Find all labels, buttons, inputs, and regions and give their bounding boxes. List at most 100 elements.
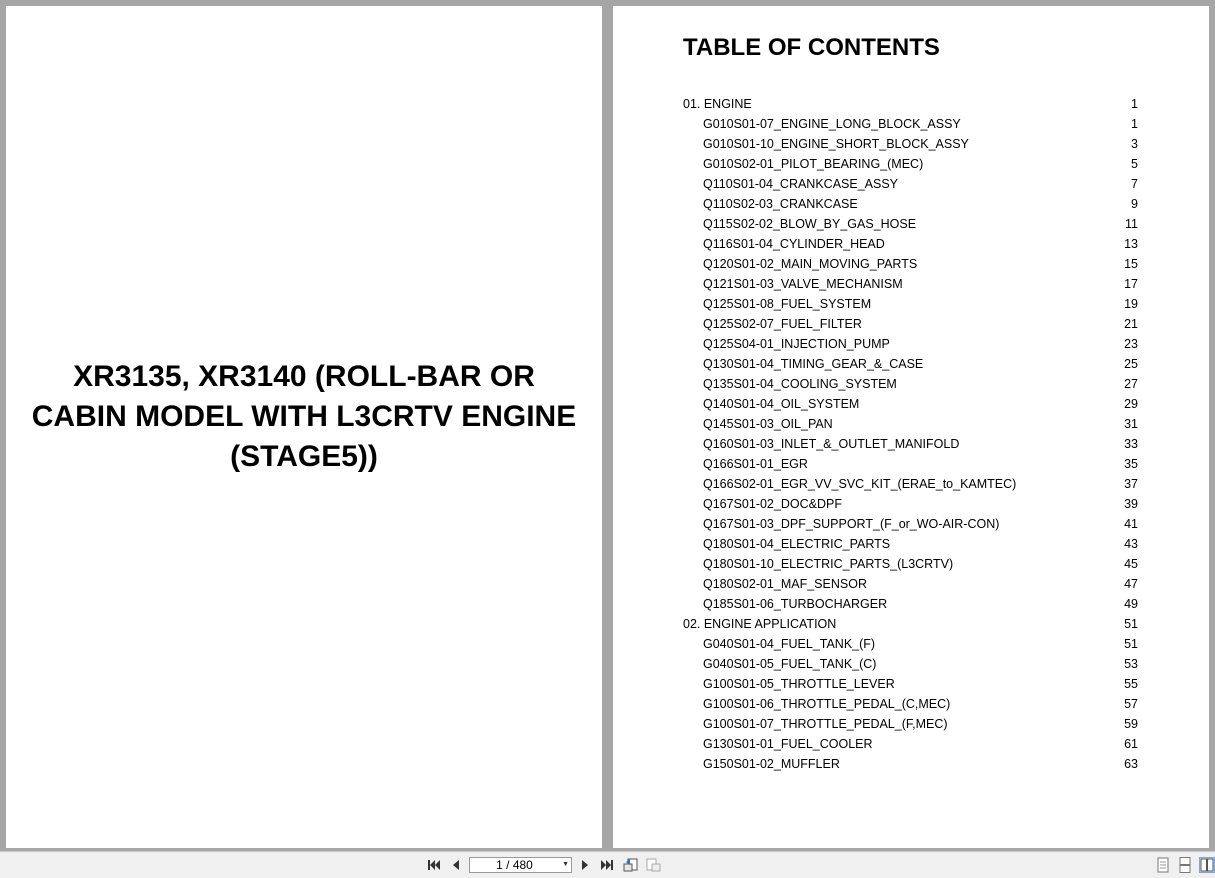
toc-entry-row[interactable]: Q116S01-04_CYLINDER_HEAD 13 <box>683 234 1138 254</box>
toc-entry-label: Q120S01-02_MAIN_MOVING_PARTS <box>703 257 918 271</box>
toc-entry-label: G040S01-05_FUEL_TANK_(C) <box>703 657 877 671</box>
toc-entry-label: G040S01-04_FUEL_TANK_(F) <box>703 637 876 651</box>
cover-title-line-3: (STAGE5)) <box>230 440 378 473</box>
toc-entry-label: Q166S02-01_EGR_VV_SVC_KIT_(ERAE_to_KAMTE… <box>703 477 1017 491</box>
toc-entry-row[interactable]: Q125S02-07_FUEL_FILTER 21 <box>683 314 1138 334</box>
toc-entry-label: Q145S01-03_OIL_PAN <box>703 417 833 431</box>
continuous-view-icon[interactable] <box>1177 857 1193 873</box>
toc-entry-row[interactable]: G130S01-01_FUEL_COOLER 61 <box>683 734 1138 754</box>
toc-entry-page: 55 <box>1124 677 1138 691</box>
toc-entry-page: 21 <box>1124 317 1138 331</box>
toc-entry-page: 19 <box>1124 297 1138 311</box>
toc-entry-label: G100S01-06_THROTTLE_PEDAL_(C,MEC) <box>703 697 951 711</box>
toc-entry-page: 3 <box>1131 137 1138 151</box>
next-page-icon[interactable] <box>576 857 594 873</box>
toc-entry-label: G100S01-05_THROTTLE_LEVER <box>703 677 895 691</box>
toc-entry-page: 5 <box>1131 157 1138 171</box>
toc-entry-row[interactable]: Q180S01-04_ELECTRIC_PARTS 43 <box>683 534 1138 554</box>
toc-entry-label: G150S01-02_MUFFLER <box>703 757 840 771</box>
toc-entry-page: 39 <box>1124 497 1138 511</box>
toc-entry-page: 35 <box>1124 457 1138 471</box>
chevron-down-icon: ▼ <box>562 861 569 868</box>
viewer-toolbar: 1 / 480 ▼ <box>0 851 1215 878</box>
toc-entry-row[interactable]: Q167S01-02_DOC&DPF 39 <box>683 494 1138 514</box>
toc-entry-row[interactable]: G010S01-07_ENGINE_LONG_BLOCK_ASSY 1 <box>683 114 1138 134</box>
toc-entry-page: 31 <box>1124 417 1138 431</box>
toc-entry-label: Q185S01-06_TURBOCHARGER <box>703 597 888 611</box>
toc-heading: TABLE OF CONTENTS <box>683 34 940 61</box>
toc-entry-page: 17 <box>1124 277 1138 291</box>
single-page-view-icon[interactable] <box>1155 857 1171 873</box>
toc-entry-row[interactable]: Q110S01-04_CRANKCASE_ASSY 7 <box>683 174 1138 194</box>
toc-entry-row[interactable]: G010S01-10_ENGINE_SHORT_BLOCK_ASSY 3 <box>683 134 1138 154</box>
toc-entry-label: G010S02-01_PILOT_BEARING_(MEC) <box>703 157 924 171</box>
toc-entry-page: 43 <box>1124 537 1138 551</box>
toc-entry-row[interactable]: G100S01-05_THROTTLE_LEVER 55 <box>683 674 1138 694</box>
toc-page: TABLE OF CONTENTS 01. ENGINE 1 G010S01-07_… <box>613 6 1209 848</box>
toc-entry-page: 47 <box>1124 577 1138 591</box>
toc-entry-page: 49 <box>1124 597 1138 611</box>
toc-entry-label: Q125S01-08_FUEL_SYSTEM <box>703 297 872 311</box>
last-page-icon[interactable] <box>598 857 616 873</box>
toc-entry-row[interactable]: Q167S01-03_DPF_SUPPORT_(F_or_WO-AIR-CON)… <box>683 514 1138 534</box>
toc-entry-page: 45 <box>1124 557 1138 571</box>
toc-entry-page: 53 <box>1124 657 1138 671</box>
toc-entry-label: Q160S01-03_INLET_&_OUTLET_MANIFOLD <box>703 437 960 451</box>
toc-entry-label: Q140S01-04_OIL_SYSTEM <box>703 397 860 411</box>
toc-entry-row[interactable]: Q140S01-04_OIL_SYSTEM 29 <box>683 394 1138 414</box>
toc-entry-row[interactable]: Q180S02-01_MAF_SENSOR 47 <box>683 574 1138 594</box>
toc-entry-label: 02. ENGINE APPLICATION <box>683 617 837 631</box>
go-back-icon[interactable] <box>622 857 640 873</box>
toc-entry-row[interactable]: Q180S01-10_ELECTRIC_PARTS_(L3CRTV) 45 <box>683 554 1138 574</box>
toc-entry-row[interactable]: Q166S02-01_EGR_VV_SVC_KIT_(ERAE_to_KAMTE… <box>683 474 1138 494</box>
toc-entry-page: 59 <box>1124 717 1138 731</box>
toc-entry-label: Q110S02-03_CRANKCASE <box>703 197 858 211</box>
toc-entry-page: 1 <box>1131 117 1138 131</box>
two-page-view-icon[interactable] <box>1199 857 1215 873</box>
previous-page-icon[interactable] <box>447 857 465 873</box>
toc-entry-row[interactable]: Q125S01-08_FUEL_SYSTEM 19 <box>683 294 1138 314</box>
toc-entry-page: 29 <box>1124 397 1138 411</box>
toc-entry-label: Q125S02-07_FUEL_FILTER <box>703 317 862 331</box>
toc-entry-row[interactable]: Q110S02-03_CRANKCASE 9 <box>683 194 1138 214</box>
toc-entry-page: 63 <box>1124 757 1138 771</box>
toc-entry-label: Q135S01-04_COOLING_SYSTEM <box>703 377 897 391</box>
toc-entry-row[interactable]: Q125S04-01_INJECTION_PUMP 23 <box>683 334 1138 354</box>
cover-title: XR3135, XR3140 (ROLL-BAR OR CABIN MODEL … <box>6 357 602 477</box>
toc-entry-row[interactable]: G040S01-04_FUEL_TANK_(F) 51 <box>683 634 1138 654</box>
toc-entry-row[interactable]: G150S01-02_MUFFLER 63 <box>683 754 1138 774</box>
toc-entry-label: Q125S04-01_INJECTION_PUMP <box>703 337 890 351</box>
toc-section-row[interactable]: 02. ENGINE APPLICATION 51 <box>683 614 1138 634</box>
toc-entry-row[interactable]: Q160S01-03_INLET_&_OUTLET_MANIFOLD 33 <box>683 434 1138 454</box>
toc-entry-label: Q180S02-01_MAF_SENSOR <box>703 577 867 591</box>
toc-entry-row[interactable]: Q130S01-04_TIMING_GEAR_&_CASE 25 <box>683 354 1138 374</box>
toc-entry-row[interactable]: Q185S01-06_TURBOCHARGER 49 <box>683 594 1138 614</box>
toc-entry-row[interactable]: Q115S02-02_BLOW_BY_GAS_HOSE 11 <box>683 214 1138 234</box>
first-page-icon[interactable] <box>425 857 443 873</box>
toc-entry-page: 11 <box>1125 217 1138 231</box>
toc-entry-row[interactable]: Q145S01-03_OIL_PAN 31 <box>683 414 1138 434</box>
toc-entry-page: 27 <box>1124 377 1138 391</box>
toc-entry-page: 61 <box>1124 737 1138 751</box>
toc-entry-label: Q130S01-04_TIMING_GEAR_&_CASE <box>703 357 924 371</box>
toc-entry-label: G100S01-07_THROTTLE_PEDAL_(F,MEC) <box>703 717 948 731</box>
toc-entry-row[interactable]: Q121S01-03_VALVE_MECHANISM 17 <box>683 274 1138 294</box>
toc-entry-row[interactable]: G100S01-07_THROTTLE_PEDAL_(F,MEC) 59 <box>683 714 1138 734</box>
toc-entry-row[interactable]: Q120S01-02_MAIN_MOVING_PARTS 15 <box>683 254 1138 274</box>
toc-entry-page: 51 <box>1124 637 1138 651</box>
toc-entry-row[interactable]: Q166S01-01_EGR 35 <box>683 454 1138 474</box>
toc-entry-label: Q167S01-03_DPF_SUPPORT_(F_or_WO-AIR-CON) <box>703 517 1000 531</box>
page-number-select[interactable]: 1 / 480 ▼ <box>469 857 572 873</box>
toc-entry-row[interactable]: G040S01-05_FUEL_TANK_(C) 53 <box>683 654 1138 674</box>
toc-entry-row[interactable]: G010S02-01_PILOT_BEARING_(MEC) 5 <box>683 154 1138 174</box>
toc-entry-label: Q116S01-04_CYLINDER_HEAD <box>703 237 885 251</box>
toc-section-row[interactable]: 01. ENGINE 1 <box>683 94 1138 114</box>
toc-entry-page: 51 <box>1124 617 1138 631</box>
toc-entry-row[interactable]: G100S01-06_THROTTLE_PEDAL_(C,MEC) 57 <box>683 694 1138 714</box>
toc-entry-page: 9 <box>1131 197 1138 211</box>
toc-entry-page: 15 <box>1124 257 1138 271</box>
toc-entry-label: G010S01-10_ENGINE_SHORT_BLOCK_ASSY <box>703 137 969 151</box>
cover-title-line-1: XR3135, XR3140 (ROLL-BAR OR <box>73 360 535 393</box>
go-forward-icon[interactable] <box>645 857 663 873</box>
toc-entry-row[interactable]: Q135S01-04_COOLING_SYSTEM 27 <box>683 374 1138 394</box>
